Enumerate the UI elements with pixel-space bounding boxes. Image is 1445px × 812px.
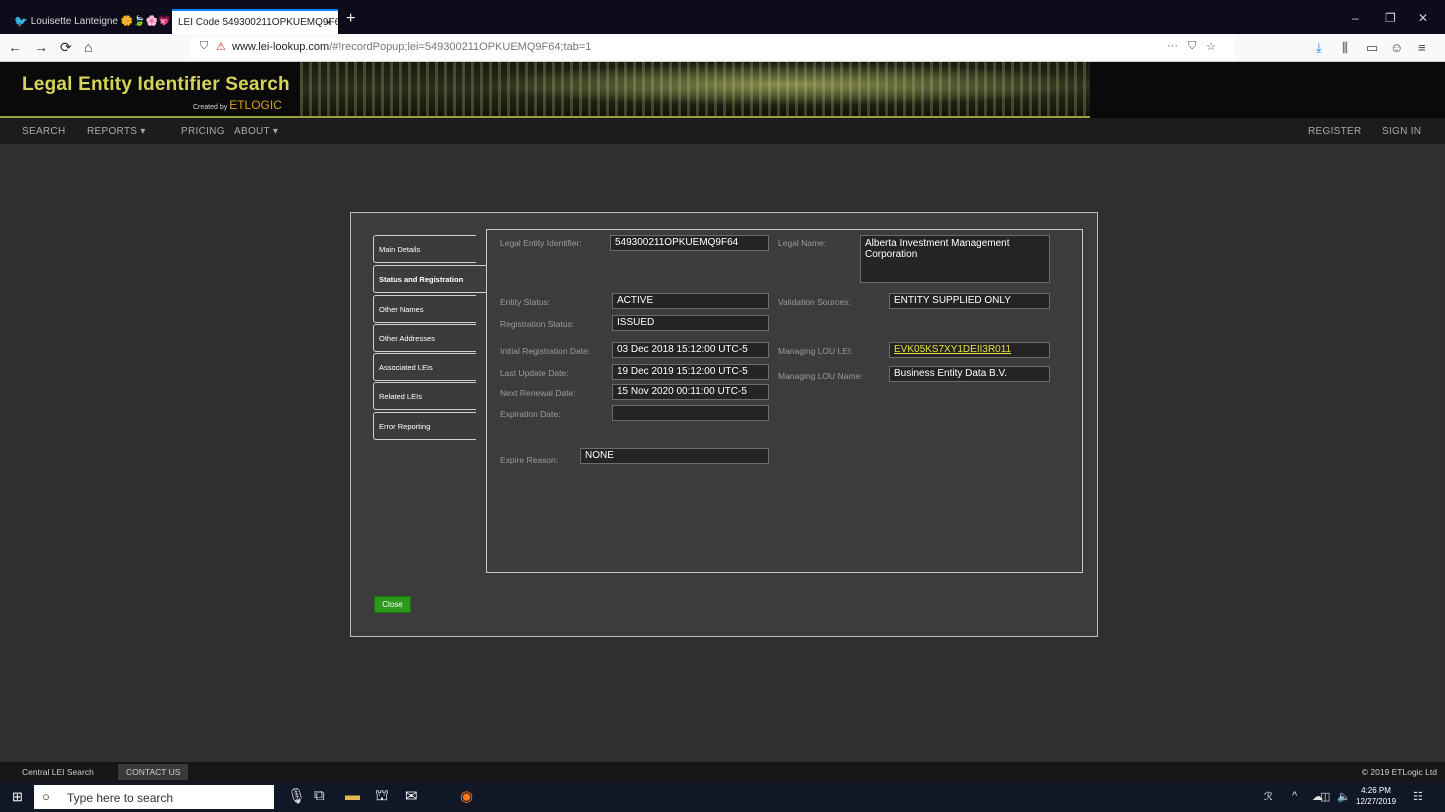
pocket-icon[interactable]: ⛉	[1188, 40, 1196, 53]
browser-tab-twitter[interactable]: 🐦 Louisette Lanteigne 🌼🍃🌸💗 · ×	[8, 9, 172, 34]
library-icon[interactable]: ⫼	[1342, 40, 1348, 56]
footer-copyright: © 2019 ETLogic Ltd	[1361, 767, 1437, 777]
entity-status-value: ACTIVE	[612, 293, 769, 309]
nav-register[interactable]: REGISTER	[1308, 126, 1362, 137]
menu-icon[interactable]: ≡	[1418, 40, 1426, 55]
file-explorer-icon[interactable]: ▬	[345, 787, 360, 804]
entity-status-label: Entity Status:	[500, 297, 551, 307]
managing-lou-name-label: Managing LOU Name:	[778, 371, 863, 381]
status-registration-panel: Legal Entity Identifier: 549300211OPKUEM…	[486, 229, 1083, 573]
tab-other-addresses[interactable]: Other Addresses	[373, 324, 476, 352]
reload-icon[interactable]: ⟳	[60, 39, 72, 56]
account-icon[interactable]: ☺	[1390, 40, 1403, 55]
header-banner-image	[300, 62, 1090, 118]
shield-icon[interactable]: ⛉	[200, 40, 208, 53]
reader-icon[interactable]: ▭	[1366, 40, 1378, 56]
site-nav: SEARCH REPORTS ▾ PRICING ABOUT ▾ REGISTE…	[0, 118, 1445, 144]
registration-status-value: ISSUED	[612, 315, 769, 331]
back-icon[interactable]: ←	[8, 39, 22, 55]
url-text[interactable]: www.lei-lookup.com/#!recordPopup;lei=549…	[232, 41, 591, 53]
next-renewal-value: 15 Nov 2020 00:11:00 UTC-5	[612, 384, 769, 400]
twitter-icon: 🐦	[14, 16, 28, 28]
site-footer: Central LEI Search CONTACT US © 2019 ETL…	[0, 762, 1445, 782]
expire-reason-value: NONE	[580, 448, 769, 464]
microphone-icon[interactable]: 🎙	[287, 787, 306, 805]
last-update-label: Last Update Date:	[500, 368, 569, 378]
browser-nav-bar: ← → ⟳ ⌂ ⛉ ⚠ www.lei-lookup.com/#!recordP…	[0, 34, 1445, 62]
forward-icon[interactable]: →	[34, 39, 48, 55]
cortana-icon: ○	[42, 789, 50, 804]
new-tab-button[interactable]: +	[346, 10, 355, 28]
lei-record-modal: Main Details Status and Registration Oth…	[350, 212, 1098, 637]
page-actions-icon[interactable]: ···	[1167, 40, 1178, 52]
next-renewal-label: Next Renewal Date:	[500, 388, 576, 398]
clock-time: 4:26 PM	[1361, 786, 1391, 795]
close-window-icon[interactable]: ✕	[1418, 11, 1428, 25]
tab-label: LEI Code 549300211OPKUEMQ9F64	[178, 17, 338, 28]
footer-contact-us[interactable]: CONTACT US	[118, 764, 189, 780]
bookmark-star-icon[interactable]: ☆	[1206, 40, 1216, 53]
notifications-icon[interactable]: ☷	[1413, 790, 1423, 803]
tab-main-details[interactable]: Main Details	[373, 235, 476, 263]
tray-chevron-icon[interactable]: ^	[1292, 790, 1297, 802]
download-icon[interactable]: ⤓	[1316, 40, 1322, 56]
clock-date: 12/27/2019	[1356, 797, 1397, 806]
people-icon[interactable]: ℛ	[1264, 790, 1273, 803]
registration-status-label: Registration Status:	[500, 319, 575, 329]
nav-sign-in[interactable]: SIGN IN	[1382, 126, 1421, 137]
tab-error-reporting[interactable]: Error Reporting	[373, 412, 476, 440]
mail-icon[interactable]: ✉	[405, 787, 418, 805]
site-title[interactable]: Legal Entity Identifier Search	[22, 74, 290, 96]
restore-icon[interactable]: ❐	[1385, 11, 1396, 25]
search-placeholder: Type here to search	[67, 791, 174, 805]
managing-lou-name-value: Business Entity Data B.V.	[889, 366, 1050, 382]
nav-search[interactable]: SEARCH	[22, 126, 65, 137]
firefox-icon[interactable]: ◉	[460, 787, 473, 805]
store-icon[interactable]: ⛫	[375, 787, 389, 806]
windows-taskbar: ⊞ ○ Type here to search 🎙 ⧉ ▬ ⛫ ✉ ◉ ℛ ^ …	[0, 782, 1445, 812]
footer-central-lei-search[interactable]: Central LEI Search	[22, 767, 94, 777]
validation-sources-label: Validation Sources:	[778, 297, 851, 307]
browser-tab-bar: 🐦 Louisette Lanteigne 🌼🍃🌸💗 · × LEI Code …	[0, 0, 1445, 34]
tab-associated-leis[interactable]: Associated LEIs	[373, 353, 476, 381]
expire-reason-label: Expire Reason:	[500, 455, 559, 465]
last-update-value: 19 Dec 2019 15:12:00 UTC-5	[612, 364, 769, 380]
validation-sources-value: ENTITY SUPPLIED ONLY	[889, 293, 1050, 309]
close-tab-icon[interactable]: ×	[160, 16, 166, 28]
network-icon[interactable]: ◫	[1320, 790, 1330, 803]
nav-reports[interactable]: REPORTS ▾	[87, 126, 146, 137]
volume-icon[interactable]: 🔈	[1337, 790, 1351, 803]
initial-registration-label: Initial Registration Date:	[500, 346, 591, 356]
tab-related-leis[interactable]: Related LEIs	[373, 382, 476, 410]
nav-about[interactable]: ABOUT ▾	[234, 126, 278, 137]
close-tab-icon[interactable]: ×	[326, 17, 332, 29]
managing-lou-lei-label: Managing LOU LEI:	[778, 346, 853, 356]
tab-other-names[interactable]: Other Names	[373, 295, 476, 323]
legal-name-value: Alberta Investment Management Corporatio…	[860, 235, 1050, 283]
expiration-label: Expiration Date:	[500, 409, 561, 419]
lei-value: 549300211OPKUEMQ9F64	[610, 235, 769, 251]
lei-label: Legal Entity Identifier:	[500, 238, 582, 248]
minimize-icon[interactable]: –	[1352, 11, 1359, 25]
managing-lou-lei-link[interactable]: EVK05KS7XY1DEII3R011	[889, 342, 1050, 358]
close-button[interactable]: Close	[374, 596, 411, 613]
insecure-lock-icon[interactable]: ⚠	[216, 40, 226, 53]
expiration-value	[612, 405, 769, 421]
task-view-icon[interactable]: ⧉	[314, 787, 325, 804]
site-header: Legal Entity Identifier Search Created b…	[0, 62, 1445, 118]
nav-pricing[interactable]: PRICING	[181, 126, 225, 137]
tab-status-registration[interactable]: Status and Registration	[373, 265, 487, 293]
initial-registration-value: 03 Dec 2018 15:12:00 UTC-5	[612, 342, 769, 358]
url-bar[interactable]: ⛉ ⚠ www.lei-lookup.com/#!recordPopup;lei…	[190, 37, 1235, 59]
taskbar-search-input[interactable]: ○ Type here to search	[34, 785, 274, 809]
tab-label: Louisette Lanteigne 🌼🍃🌸💗 ·	[30, 16, 172, 27]
clock[interactable]: 4:26 PM 12/27/2019	[1356, 785, 1396, 807]
legal-name-label: Legal Name:	[778, 238, 827, 248]
created-by: Created by ETLOGIC	[193, 98, 282, 112]
windows-start-icon[interactable]: ⊞	[12, 789, 23, 805]
browser-tab-lei[interactable]: LEI Code 549300211OPKUEMQ9F64 ×	[172, 9, 338, 34]
etlogic-logo: ETLOGIC	[229, 98, 282, 112]
home-icon[interactable]: ⌂	[84, 39, 92, 55]
